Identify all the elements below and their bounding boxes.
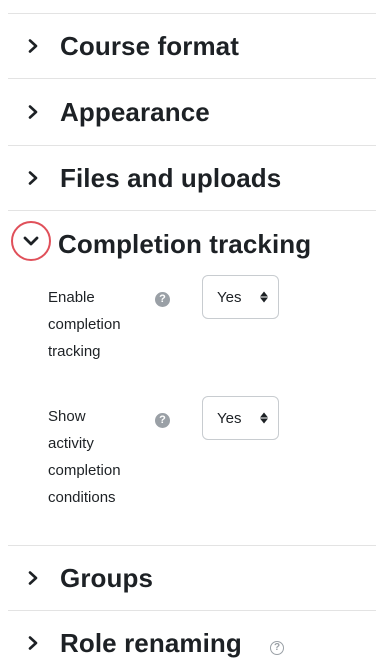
label-line: conditions	[48, 489, 116, 506]
section-title: Appearance	[60, 96, 210, 127]
label-line: completion	[48, 316, 121, 333]
chevron-down-icon	[23, 234, 39, 248]
section-title: Files and uploads	[60, 162, 282, 193]
help-icon[interactable]: ?	[155, 410, 170, 428]
section-header-files-and-uploads[interactable]: Files and uploads	[8, 150, 376, 206]
section-header-appearance[interactable]: Appearance	[8, 84, 376, 140]
chevron-right-icon[interactable]	[23, 633, 43, 653]
section-header-course-format[interactable]: Course format	[8, 18, 376, 74]
divider	[8, 145, 376, 146]
enable-completion-label: Enable completion tracking	[48, 284, 148, 365]
section-header-completion-tracking[interactable]: Completion tracking	[8, 216, 376, 272]
divider	[8, 610, 376, 611]
chevron-right-icon[interactable]	[23, 568, 43, 588]
label-line: Enable	[48, 289, 95, 306]
section-role-renaming: Role renaming ?	[8, 615, 376, 667]
section-title: Completion tracking	[58, 228, 312, 259]
section-files-and-uploads: Files and uploads	[8, 150, 376, 206]
help-icon[interactable]: ?	[270, 637, 284, 655]
section-course-format: Course format	[8, 18, 376, 74]
highlight-circle[interactable]	[11, 221, 51, 261]
chevron-right-icon[interactable]	[23, 36, 43, 56]
divider	[8, 545, 376, 546]
section-header-groups[interactable]: Groups	[8, 550, 376, 606]
show-conditions-label: Show activity completion conditions	[48, 403, 148, 511]
enable-completion-select[interactable]: Yes	[202, 275, 279, 319]
section-appearance: Appearance	[8, 84, 376, 140]
select-value: Yes	[217, 288, 242, 306]
section-groups: Groups	[8, 550, 376, 606]
select-value: Yes	[217, 409, 242, 427]
chevron-right-icon[interactable]	[23, 168, 43, 188]
divider	[8, 210, 376, 211]
sort-arrows-icon	[260, 291, 268, 303]
chevron-right-icon[interactable]	[23, 102, 43, 122]
label-line: Show	[48, 408, 86, 425]
section-title: Groups	[60, 562, 154, 593]
section-header-role-renaming[interactable]: Role renaming ?	[8, 615, 376, 667]
help-icon[interactable]: ?	[155, 289, 170, 307]
section-title: Role renaming	[60, 627, 242, 658]
course-settings-page: Course format Appearance Files and uploa…	[0, 0, 384, 667]
show-conditions-select[interactable]: Yes	[202, 396, 279, 440]
label-line: tracking	[48, 343, 101, 360]
label-line: completion	[48, 462, 121, 479]
divider	[8, 13, 376, 14]
divider	[8, 78, 376, 79]
section-completion-tracking: Completion tracking Enable completion tr…	[8, 216, 376, 541]
sort-arrows-icon	[260, 412, 268, 424]
section-title: Course format	[60, 30, 239, 61]
label-line: activity	[48, 435, 94, 452]
